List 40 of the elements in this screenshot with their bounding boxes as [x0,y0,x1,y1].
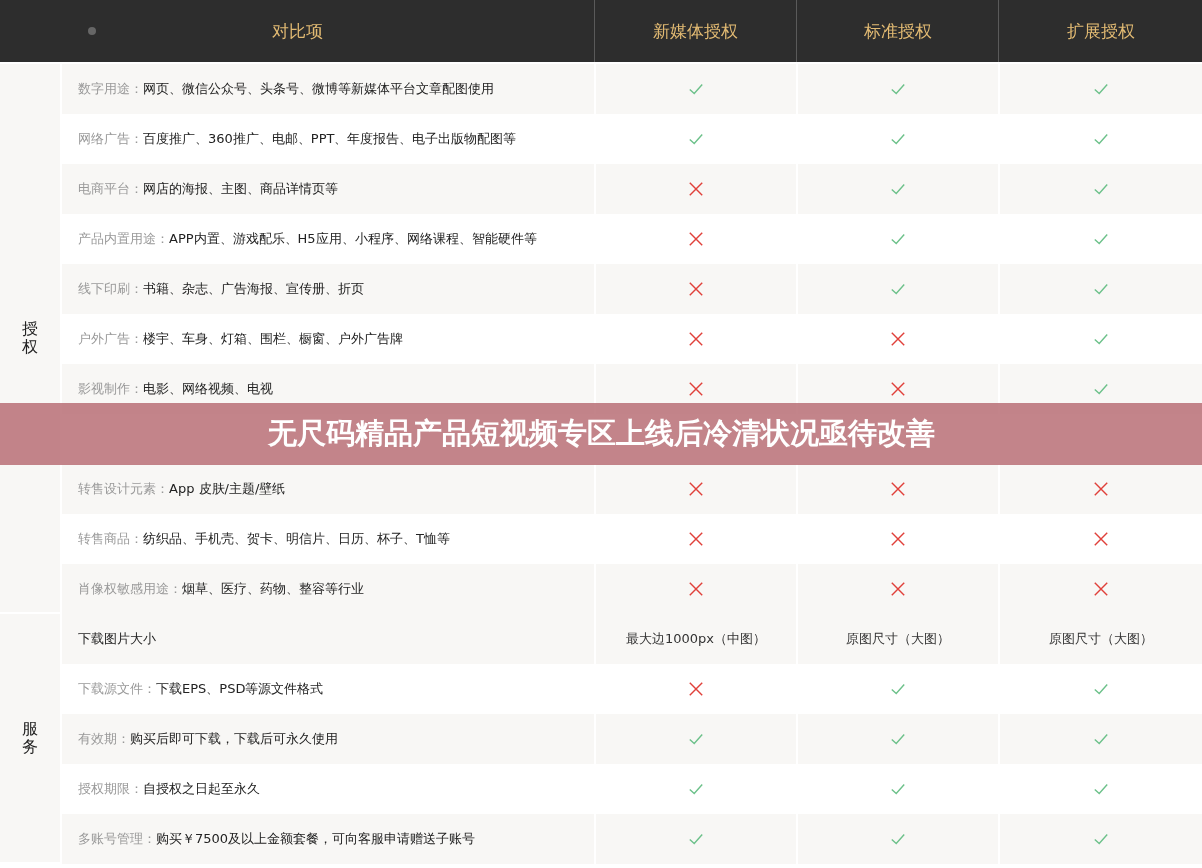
usage-label: 线下印刷： [78,280,143,298]
usage-label: 有效期： [78,730,130,748]
usage-label: 转售商品： [78,530,143,548]
column-header: 扩展授权 [1066,19,1135,43]
usage-label: 网络广告： [78,130,143,148]
size-text: 原图尺寸（大图） [1049,630,1153,648]
usage-text: 烟草、医疗、药物、整容等行业 [182,580,364,598]
usage-text: 购买后即可下载，下载后可永久使用 [130,730,338,748]
group-label: 授权 [22,320,38,356]
usage-text: 电影、网络视频、电视 [143,380,273,398]
size-text: 原图尺寸（大图） [846,630,950,648]
feature-text: 下载图片大小 [78,630,156,648]
group-label: 服务 [22,720,38,756]
usage-label: 转售设计元素： [78,480,169,498]
usage-label: 电商平台： [78,180,143,198]
usage-text: 网页、微信公众号、头条号、微博等新媒体平台文章配图使用 [143,80,494,98]
usage-label: 数字用途： [78,80,143,98]
usage-text: 楼宇、车身、灯箱、围栏、橱窗、户外广告牌 [143,330,403,348]
usage-text: 购买￥7500及以上金额套餐，可向客服申请赠送子账号 [156,830,476,848]
usage-label: 下载源文件： [78,680,156,698]
usage-text: APP内置、游戏配乐、H5应用、小程序、网络课程、智能硬件等 [169,230,537,248]
usage-label: 授权期限： [78,780,143,798]
usage-label: 产品内置用途： [78,230,169,248]
column-header: 对比项 [271,19,323,43]
size-text: 最大边1000px（中图） [626,630,766,648]
usage-text: App 皮肤/主题/壁纸 [169,480,286,498]
usage-text: 自授权之日起至永久 [143,780,260,798]
dot-icon [88,27,96,35]
usage-text: 书籍、杂志、广告海报、宣传册、折页 [143,280,364,298]
usage-text: 下载EPS、PSD等源文件格式 [156,680,324,698]
usage-label: 影视制作： [78,380,143,398]
usage-text: 百度推广、360推广、电邮、PPT、年度报告、电子出版物配图等 [143,130,517,148]
usage-label: 户外广告： [78,330,143,348]
column-header: 标准授权 [863,19,932,43]
usage-text: 纺织品、手机壳、贺卡、明信片、日历、杯子、T恤等 [143,530,450,548]
usage-text: 网店的海报、主图、商品详情页等 [143,180,338,198]
column-header: 新媒体授权 [653,19,738,43]
usage-label: 多账号管理： [78,830,156,848]
usage-label: 肖像权敏感用途： [78,580,182,598]
banner-title: 无尺码精品产品短视频专区上线后冷清状况亟待改善 [267,415,935,452]
